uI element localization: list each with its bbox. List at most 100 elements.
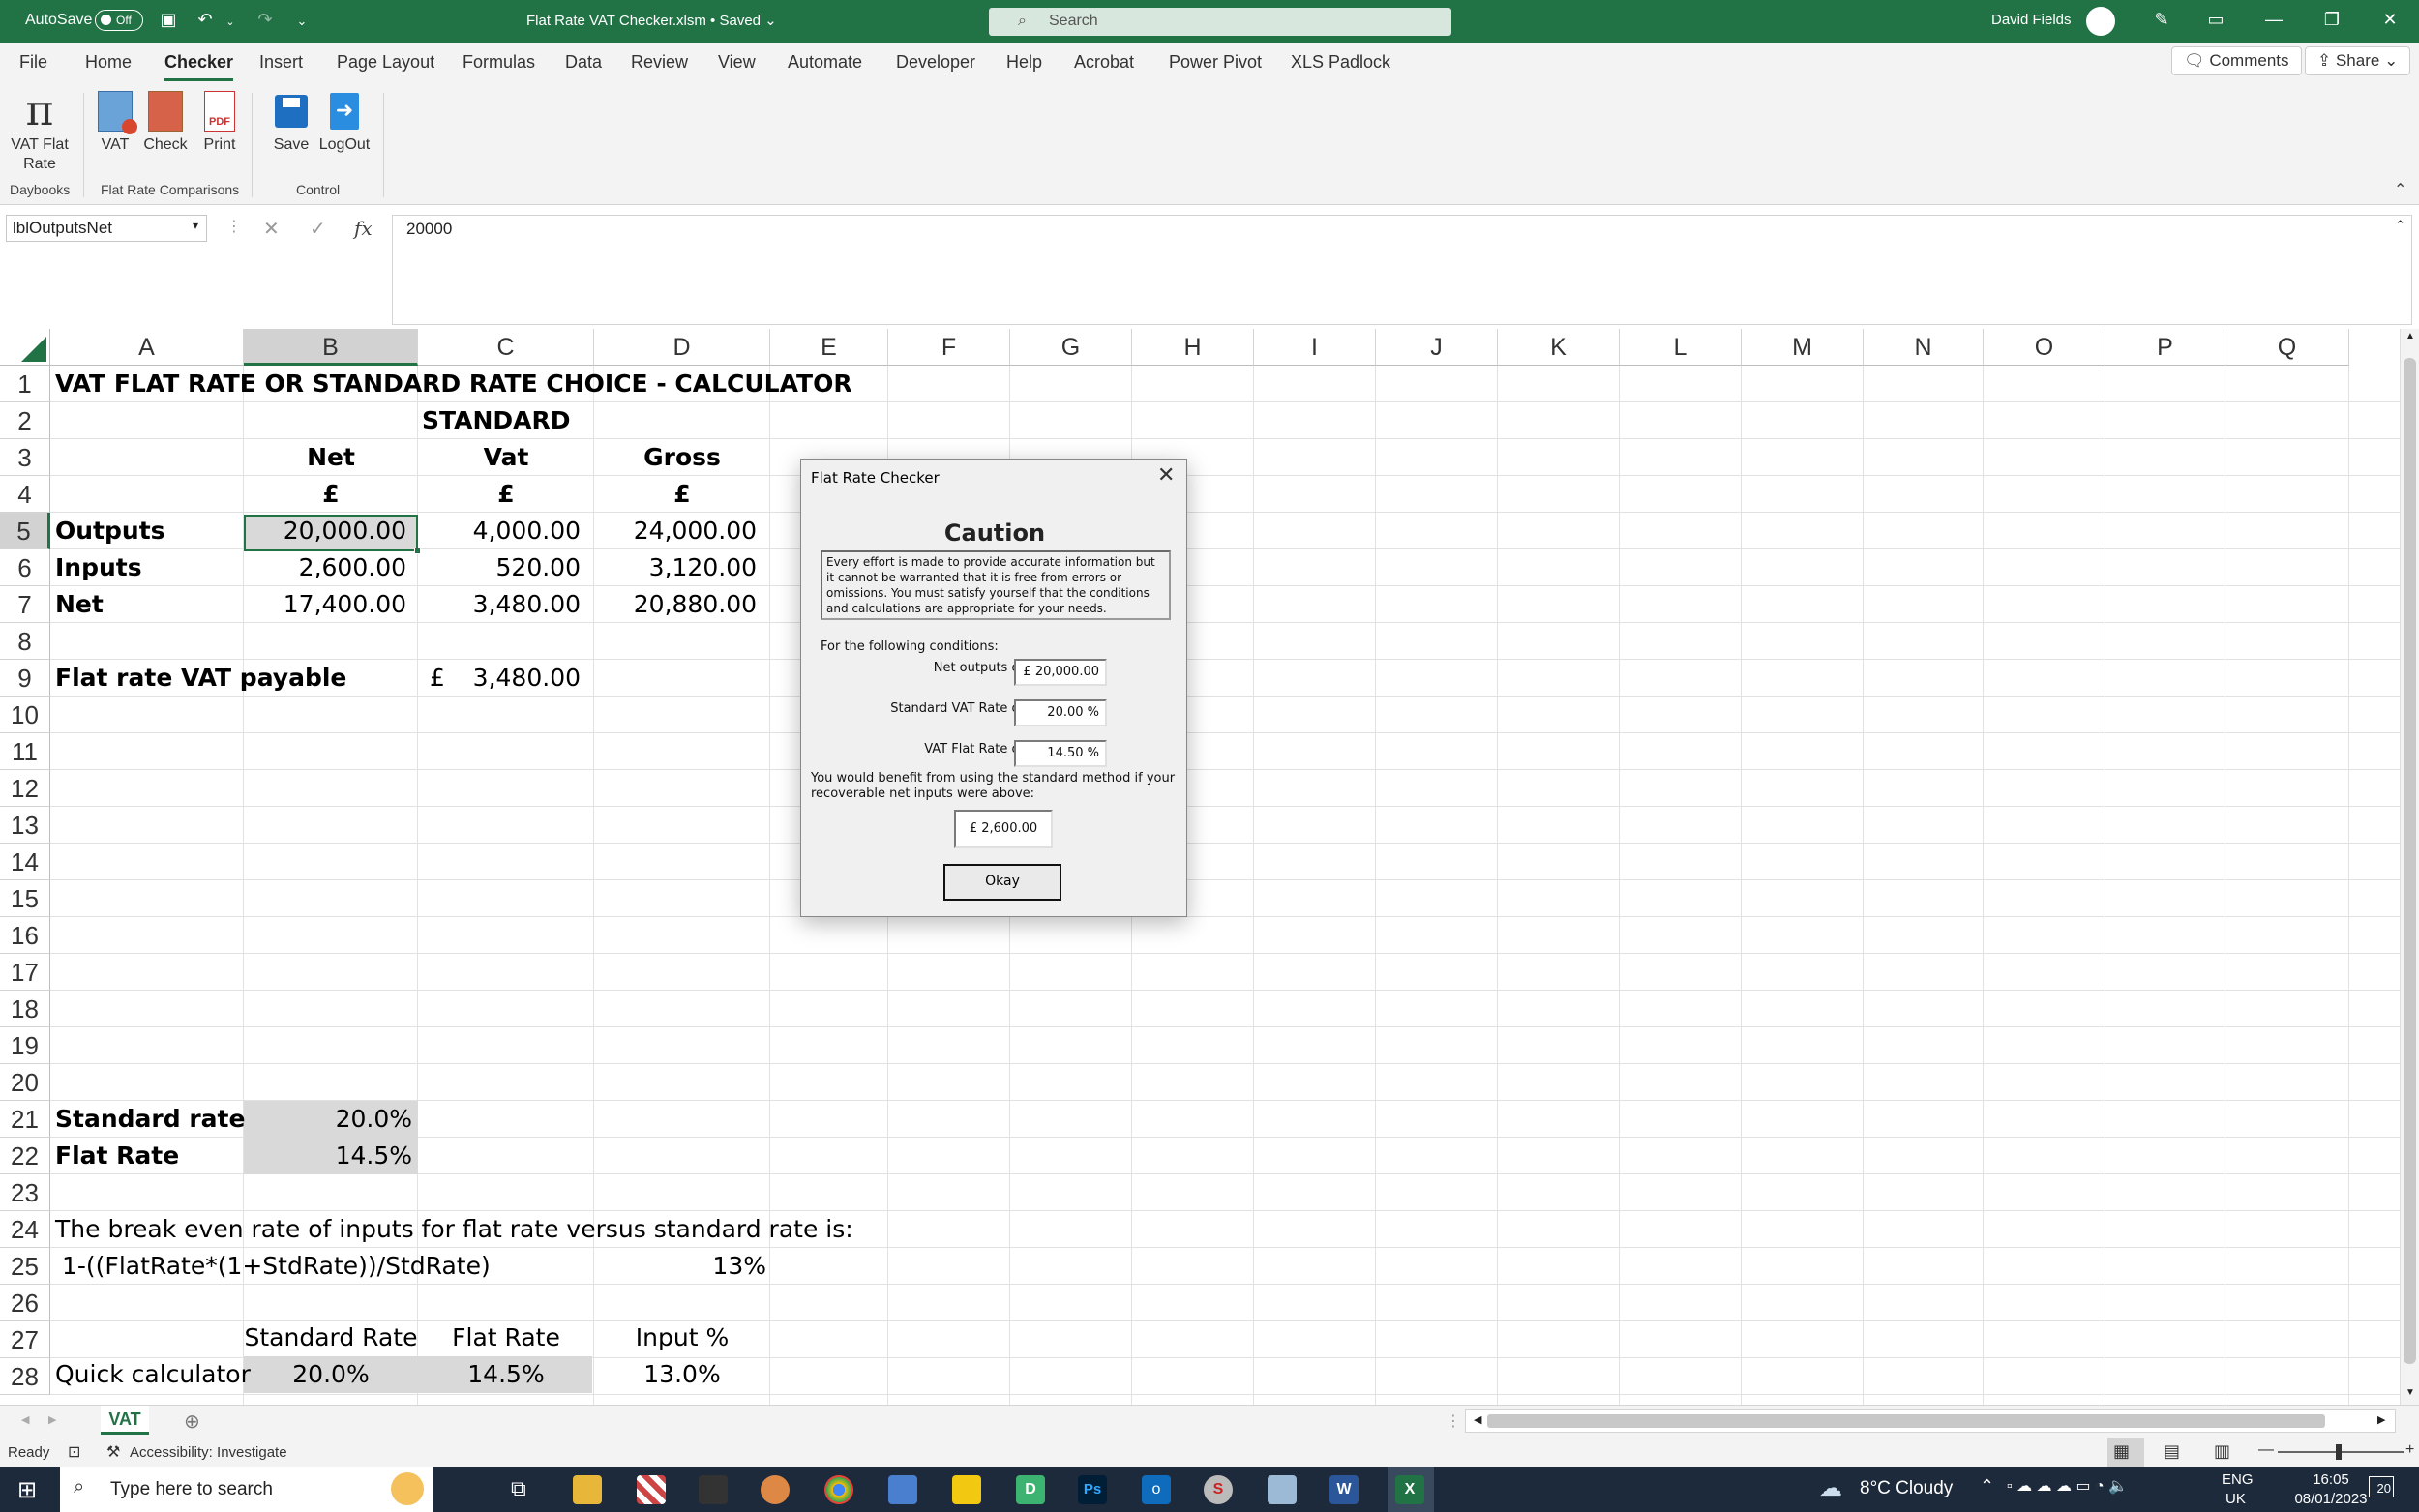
tab-review[interactable]: Review bbox=[631, 52, 688, 73]
cell-c3[interactable]: Vat bbox=[418, 439, 594, 476]
cell-a1[interactable]: VAT FLAT RATE OR STANDARD RATE CHOICE - … bbox=[55, 366, 852, 402]
cell-b13[interactable]: 14.5% bbox=[244, 1138, 412, 1174]
cell-b12[interactable]: 20.0% bbox=[244, 1101, 412, 1138]
row-header-5[interactable]: 5 bbox=[0, 513, 50, 549]
column-header-o[interactable]: O bbox=[1984, 329, 2105, 366]
tab-formulas[interactable]: Formulas bbox=[463, 52, 535, 73]
chess-app-icon[interactable] bbox=[637, 1475, 666, 1504]
save-button[interactable]: Save bbox=[269, 87, 314, 155]
cell-c18[interactable]: Flat Rate bbox=[418, 1319, 594, 1356]
tab-split-icon[interactable]: ⋮ bbox=[1446, 1411, 1461, 1431]
tab-developer[interactable]: Developer bbox=[896, 52, 975, 73]
clock-time[interactable]: 16:05 bbox=[2289, 1471, 2373, 1488]
next-sheet-icon[interactable]: ▶ bbox=[48, 1413, 56, 1426]
standard-vat-rate-field[interactable]: 20.00 % bbox=[1014, 699, 1107, 726]
column-header-e[interactable]: E bbox=[770, 329, 888, 366]
cell-a15[interactable]: The break even rate of inputs for flat r… bbox=[55, 1211, 853, 1248]
photoshop-icon[interactable]: Ps bbox=[1078, 1475, 1107, 1504]
row-header-27[interactable]: 27 bbox=[0, 1321, 50, 1358]
power-bi-icon[interactable] bbox=[952, 1475, 981, 1504]
scroll-right-icon[interactable]: ▶ bbox=[2377, 1413, 2385, 1426]
save-icon[interactable]: ▣ bbox=[157, 10, 180, 30]
vat-button[interactable]: VAT bbox=[93, 87, 137, 155]
row-header-3[interactable]: 3 bbox=[0, 439, 50, 476]
horizontal-scrollbar[interactable]: ◀ ▶ bbox=[1465, 1409, 2396, 1433]
enter-formula-icon[interactable]: ✓ bbox=[310, 217, 326, 241]
page-layout-view-icon[interactable]: ▤ bbox=[2164, 1441, 2180, 1462]
tab-automate[interactable]: Automate bbox=[788, 52, 862, 73]
tab-home[interactable]: Home bbox=[85, 52, 132, 73]
row-header-22[interactable]: 22 bbox=[0, 1138, 50, 1174]
s-app-icon[interactable]: S bbox=[1204, 1475, 1233, 1504]
cell-d19[interactable]: 13.0% bbox=[594, 1356, 770, 1393]
name-box-dropdown-icon[interactable]: ▾ bbox=[193, 219, 198, 232]
close-icon[interactable]: ✕ bbox=[2378, 10, 2402, 30]
spreadsheet-grid[interactable]: ABCDEFGHIJKLMNOPQ 1234567891011121314151… bbox=[0, 329, 2400, 1405]
cell-c9[interactable]: 3,480.00 bbox=[418, 660, 581, 697]
scroll-up-icon[interactable]: ▲ bbox=[2405, 331, 2415, 341]
row-header-11[interactable]: 11 bbox=[0, 733, 50, 770]
row-header-6[interactable]: 6 bbox=[0, 549, 50, 586]
zoom-slider-thumb[interactable] bbox=[2336, 1444, 2342, 1460]
row-header-21[interactable]: 21 bbox=[0, 1101, 50, 1138]
tab-data[interactable]: Data bbox=[565, 52, 602, 73]
tray-expand-icon[interactable]: ⌃ bbox=[1980, 1476, 1994, 1497]
row-header-17[interactable]: 17 bbox=[0, 954, 50, 991]
cell-a16[interactable]: 1-((FlatRate*(1+StdRate))/StdRate) bbox=[62, 1248, 491, 1285]
column-header-q[interactable]: Q bbox=[2225, 329, 2349, 366]
column-header-d[interactable]: D bbox=[594, 329, 770, 366]
cell-c5[interactable]: 4,000.00 bbox=[418, 513, 581, 549]
customize-toolbar-icon[interactable]: ⌄ bbox=[290, 14, 314, 29]
tab-xls-padlock[interactable]: XLS Padlock bbox=[1291, 52, 1390, 73]
dashlane-icon[interactable]: D bbox=[1016, 1475, 1045, 1504]
restore-icon[interactable]: ❐ bbox=[2320, 10, 2344, 30]
row-header-7[interactable]: 7 bbox=[0, 586, 50, 623]
share-button[interactable]: ⇪ Share ⌄ bbox=[2305, 46, 2410, 75]
check-button[interactable]: Check bbox=[143, 87, 188, 155]
cell-a13[interactable]: Flat Rate bbox=[55, 1138, 179, 1174]
network-app-icon[interactable] bbox=[1268, 1475, 1297, 1504]
row-header-8[interactable]: 8 bbox=[0, 623, 50, 660]
undo-dropdown-icon[interactable]: ⌄ bbox=[219, 15, 242, 28]
cell-c4[interactable]: £ bbox=[418, 476, 594, 513]
formula-input[interactable]: 20000⌃ bbox=[392, 215, 2412, 325]
fx-icon[interactable]: fx bbox=[354, 217, 373, 240]
vat-flat-rate-field[interactable]: 14.50 % bbox=[1014, 740, 1107, 767]
add-sheet-icon[interactable]: ⊕ bbox=[184, 1409, 200, 1434]
prev-sheet-icon[interactable]: ◀ bbox=[21, 1413, 29, 1426]
column-header-m[interactable]: M bbox=[1742, 329, 1864, 366]
cell-d5[interactable]: 24,000.00 bbox=[594, 513, 757, 549]
column-header-f[interactable]: F bbox=[888, 329, 1010, 366]
cell-b18[interactable]: Standard Rate bbox=[244, 1319, 418, 1356]
tab-acrobat[interactable]: Acrobat bbox=[1074, 52, 1134, 73]
row-header-12[interactable]: 12 bbox=[0, 770, 50, 807]
select-all-corner[interactable] bbox=[0, 329, 50, 366]
okay-button[interactable]: Okay bbox=[943, 864, 1061, 901]
expand-formula-icon[interactable]: ⌃ bbox=[2395, 218, 2405, 233]
cell-a19[interactable]: Quick calculator bbox=[55, 1356, 251, 1393]
cell-b4[interactable]: £ bbox=[244, 476, 418, 513]
ribbon-display-icon[interactable]: ▭ bbox=[2204, 10, 2227, 30]
column-header-b[interactable]: B bbox=[244, 329, 418, 366]
cancel-formula-icon[interactable]: ✕ bbox=[263, 217, 280, 241]
row-header-28[interactable]: 28 bbox=[0, 1358, 50, 1395]
redo-icon[interactable]: ↷ bbox=[254, 10, 277, 30]
tray-icons[interactable]: ▫ ☁ ☁ ☁ ▭ ◔ 🔈 bbox=[2007, 1476, 2128, 1496]
windows-start-icon[interactable]: ⊞ bbox=[17, 1476, 37, 1504]
vertical-scrollbar[interactable]: ▲ ▼ bbox=[2400, 329, 2419, 1405]
name-box[interactable]: lblOutputsNet▾ bbox=[6, 215, 207, 242]
cell-b5[interactable]: 20,000.00 bbox=[244, 513, 406, 549]
word-icon[interactable]: W bbox=[1329, 1475, 1359, 1504]
document-app-icon[interactable] bbox=[888, 1475, 917, 1504]
zoom-out-icon[interactable]: — bbox=[2258, 1441, 2274, 1459]
row-header-10[interactable]: 10 bbox=[0, 697, 50, 733]
column-header-h[interactable]: H bbox=[1132, 329, 1254, 366]
cell-b6[interactable]: 2,600.00 bbox=[244, 549, 406, 586]
column-header-i[interactable]: I bbox=[1254, 329, 1376, 366]
cell-c6[interactable]: 520.00 bbox=[418, 549, 581, 586]
cell-a9[interactable]: Flat rate VAT payable bbox=[55, 660, 346, 697]
row-header-20[interactable]: 20 bbox=[0, 1064, 50, 1101]
tab-insert[interactable]: Insert bbox=[259, 52, 303, 73]
cell-a7[interactable]: Net bbox=[55, 586, 104, 623]
cell-c19[interactable]: 14.5% bbox=[418, 1356, 594, 1393]
